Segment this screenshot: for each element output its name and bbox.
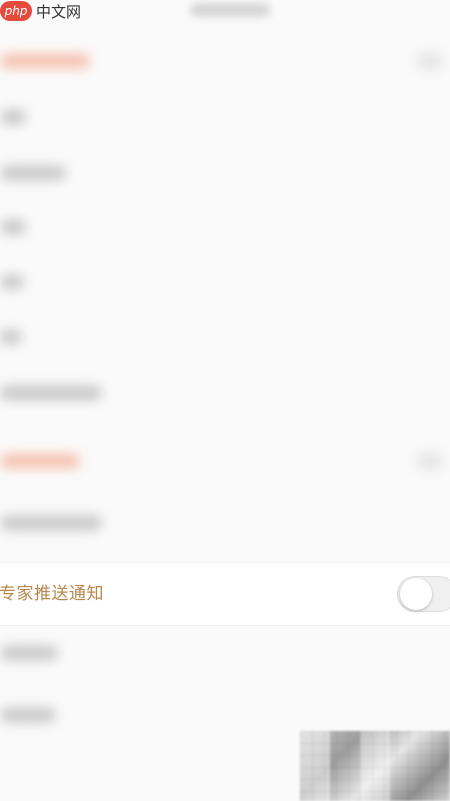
blurred-section-header: [0, 34, 450, 88]
site-logo: php 中文网: [0, 0, 81, 22]
blurred-setting-row[interactable]: [0, 90, 450, 144]
blurred-setting-row[interactable]: [0, 146, 450, 200]
blurred-setting-row[interactable]: [0, 255, 450, 309]
logo-text: 中文网: [36, 2, 82, 21]
blurred-text: [0, 516, 102, 530]
expert-push-notification-row: 专家推送通知: [0, 562, 450, 626]
blurred-control: [416, 52, 444, 70]
blurred-text: [0, 166, 66, 180]
blurred-setting-row[interactable]: [0, 200, 450, 254]
settings-screen: php 中文网 专家推送通知: [0, 0, 450, 801]
expert-push-notification-toggle[interactable]: [397, 576, 450, 612]
blurred-text: [0, 646, 58, 660]
blurred-control: [416, 452, 444, 470]
blurred-text: [0, 110, 26, 124]
blurred-text: [0, 275, 24, 289]
blurred-text: [0, 386, 102, 400]
blurred-setting-row[interactable]: [0, 626, 450, 680]
blurred-setting-row[interactable]: [0, 496, 450, 550]
blurred-text: [0, 220, 26, 234]
pixelated-overlay: [300, 731, 450, 801]
blurred-text: [0, 708, 56, 722]
blurred-setting-row[interactable]: [0, 310, 450, 364]
blurred-text: [0, 330, 22, 344]
blurred-page-title: [190, 3, 270, 17]
blurred-text: [0, 454, 80, 468]
toggle-knob: [400, 578, 432, 610]
blurred-text: [0, 54, 90, 68]
logo-badge: php: [0, 1, 32, 21]
blurred-setting-row[interactable]: [0, 366, 450, 420]
expert-push-notification-label: 专家推送通知: [0, 584, 104, 604]
blurred-section-header: [0, 434, 450, 488]
